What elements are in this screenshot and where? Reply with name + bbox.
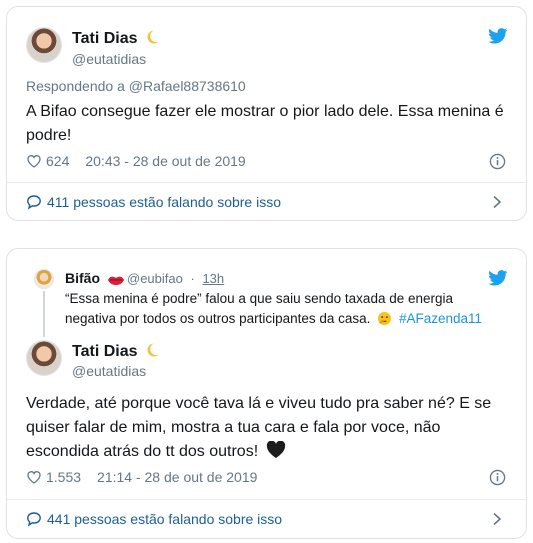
heart-icon[interactable] (26, 469, 42, 485)
quoted-age[interactable]: 13h (202, 271, 224, 286)
speech-bubble-icon (27, 512, 41, 527)
author-name-text[interactable]: Tati Dias (72, 343, 138, 360)
tweet-meta: 1.553 21:14 - 28 de out de 2019 (26, 469, 257, 485)
timestamp[interactable]: 20:43 - 28 de out de 2019 (85, 153, 245, 169)
black-heart-icon (266, 441, 285, 458)
conversation-count[interactable]: 441 pessoas estão falando sobre isso (47, 511, 282, 527)
crescent-moon-icon (147, 343, 158, 357)
author-handle[interactable]: @eutatidias (72, 363, 146, 379)
like-count[interactable]: 624 (46, 153, 69, 169)
like-count[interactable]: 1.553 (46, 469, 81, 485)
tweet-text-content: Verdade, até porque você tava lá e viveu… (26, 395, 492, 460)
quoted-avatar[interactable] (34, 269, 54, 289)
tweet-meta: 624 20:43 - 28 de out de 2019 (26, 153, 246, 169)
speech-bubble-icon (27, 195, 41, 210)
author-name[interactable]: Tati Dias (72, 29, 160, 48)
avatar[interactable] (26, 340, 62, 376)
info-icon[interactable] (489, 153, 506, 170)
tweet-text: Verdade, até porque você tava lá e viveu… (26, 392, 511, 464)
quoted-author-handle[interactable]: @eubifao · 13h (127, 271, 224, 286)
author-name[interactable]: Tati Dias (72, 342, 160, 361)
timestamp[interactable]: 21:14 - 28 de out de 2019 (97, 469, 257, 485)
twitter-bird-icon[interactable] (488, 270, 508, 286)
chevron-right-icon[interactable] (492, 512, 502, 526)
conversation-link[interactable]: 411 pessoas estão falando sobre isso (7, 183, 526, 221)
quoted-handle-text[interactable]: @eubifao (127, 271, 183, 286)
separator-dot: · (190, 271, 195, 286)
tweet-text: A Bifao consegue fazer ele mostrar o pio… (26, 103, 504, 144)
avatar[interactable] (26, 27, 62, 63)
quoted-author-name[interactable]: Bifão (65, 270, 125, 286)
lips-icon (107, 276, 124, 285)
replying-to[interactable]: Respondendo a @Rafael88738610 (26, 78, 246, 94)
author-name-text[interactable]: Tati Dias (72, 30, 138, 47)
thinking-face-icon (378, 311, 392, 326)
info-icon[interactable] (489, 469, 506, 486)
chevron-right-icon[interactable] (492, 195, 502, 209)
crescent-moon-icon (147, 30, 158, 44)
heart-icon[interactable] (26, 153, 42, 169)
quoted-text: “Essa menina é podre” falou a que saiu s… (65, 291, 454, 326)
tweet-card-2: Bifão @eubifao · 13h “Essa menina é podr… (6, 248, 527, 539)
conversation-link[interactable]: 441 pessoas estão falando sobre isso (7, 500, 526, 538)
thread-line (43, 291, 45, 337)
conversation-count[interactable]: 411 pessoas estão falando sobre isso (47, 194, 281, 210)
hashtag-link[interactable]: #AFazenda11 (399, 311, 482, 326)
twitter-bird-icon[interactable] (488, 28, 508, 44)
quoted-author-name-text[interactable]: Bifão (65, 270, 100, 286)
tweet-card-1: Tati Dias @eutatidias Respondendo a @Raf… (6, 6, 527, 221)
author-handle[interactable]: @eutatidias (72, 51, 146, 67)
quoted-tweet-text: “Essa menina é podre” falou a que saiu s… (65, 289, 505, 329)
